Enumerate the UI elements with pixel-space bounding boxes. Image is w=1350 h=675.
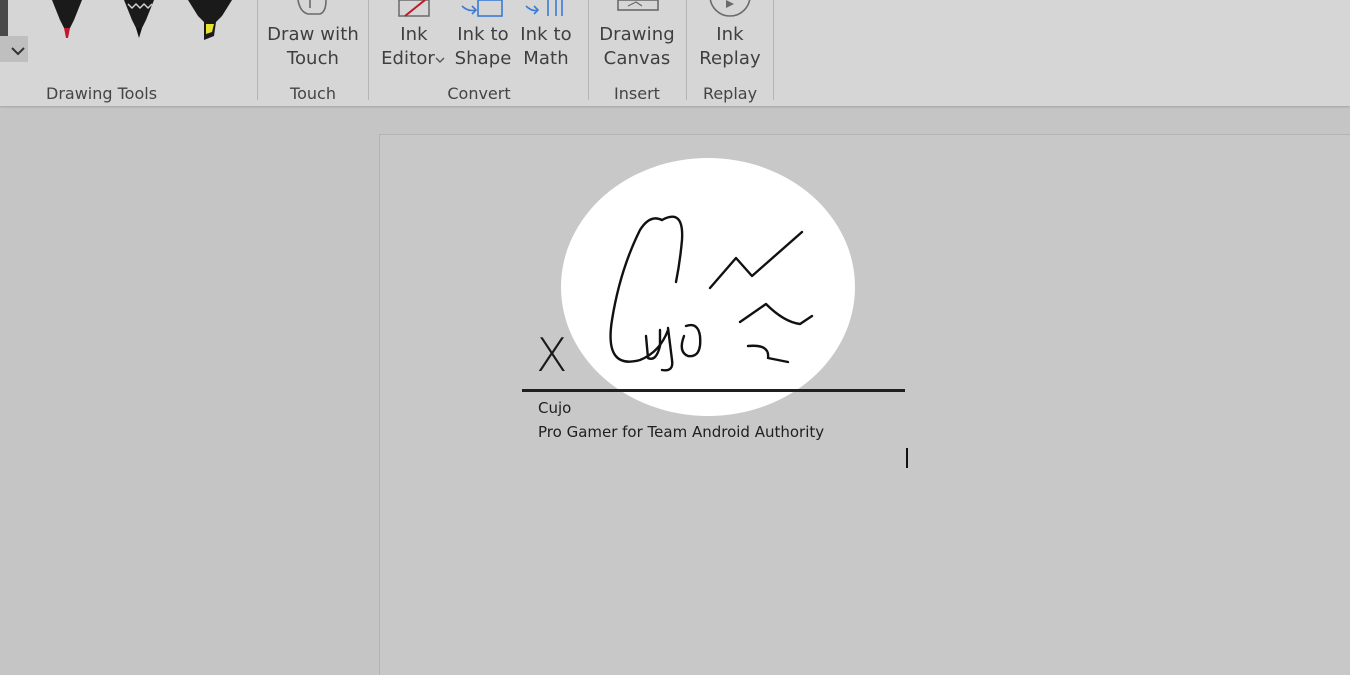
signer-name: Cujo — [538, 399, 572, 417]
signature-x-marker: X — [536, 328, 568, 382]
signature-line — [522, 389, 905, 392]
text-cursor — [906, 448, 908, 468]
signer-title: Pro Gamer for Team Android Authority — [538, 423, 825, 441]
handwritten-signature — [609, 215, 814, 372]
